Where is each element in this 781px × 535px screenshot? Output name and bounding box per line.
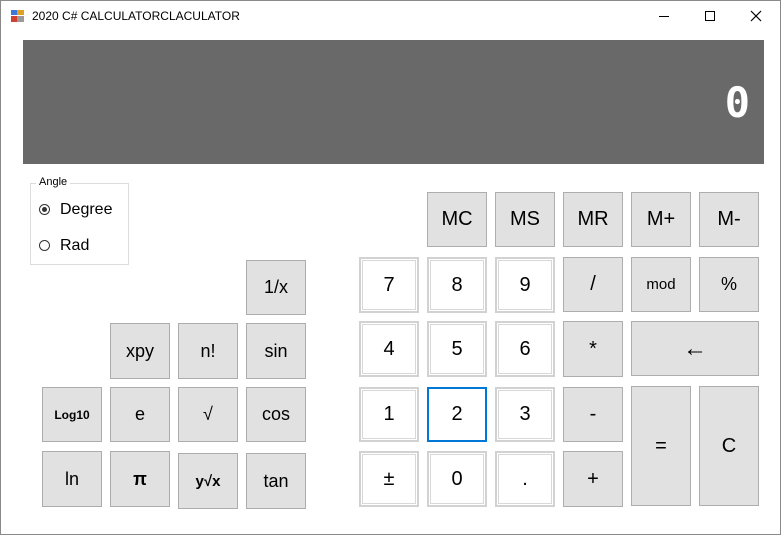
- divide-button[interactable]: /: [563, 257, 623, 312]
- percent-button[interactable]: %: [699, 257, 759, 312]
- angle-legend: Angle: [36, 176, 71, 188]
- result-display: 0: [23, 40, 764, 164]
- ln-button[interactable]: ln: [42, 451, 102, 507]
- mod-button[interactable]: mod: [631, 257, 691, 312]
- plus-minus-button[interactable]: ±: [359, 451, 419, 507]
- memory-add-button[interactable]: M+: [631, 192, 691, 247]
- close-icon: [750, 10, 762, 22]
- calculator-window: 2020 C# CALCULATORCLACULATOR 0 Angle Deg…: [0, 0, 781, 535]
- digit-5-button[interactable]: 5: [427, 321, 487, 377]
- title-bar[interactable]: 2020 C# CALCULATORCLACULATOR: [1, 1, 780, 31]
- memory-subtract-button[interactable]: M-: [699, 192, 759, 247]
- e-button[interactable]: e: [110, 387, 170, 442]
- radio-selected-icon: [39, 204, 50, 215]
- rad-radio[interactable]: Rad: [39, 236, 129, 256]
- memory-recall-button[interactable]: MR: [563, 192, 623, 247]
- root-button[interactable]: y√x: [178, 453, 238, 509]
- xpy-button[interactable]: xpy: [110, 323, 170, 379]
- digit-9-button[interactable]: 9: [495, 257, 555, 313]
- angle-groupbox: Angle Degree Rad: [30, 176, 129, 265]
- degree-label: Degree: [60, 201, 113, 218]
- display-value: 0: [724, 78, 750, 127]
- equals-button[interactable]: =: [631, 386, 691, 506]
- memory-clear-button[interactable]: MC: [427, 192, 487, 247]
- degree-radio[interactable]: Degree: [39, 200, 129, 220]
- maximize-icon: [705, 11, 715, 21]
- digit-4-button[interactable]: 4: [359, 321, 419, 377]
- digit-1-button[interactable]: 1: [359, 387, 419, 442]
- minimize-icon: [659, 16, 669, 17]
- close-button[interactable]: [733, 1, 779, 31]
- backspace-button[interactable]: ←: [631, 321, 759, 376]
- digit-6-button[interactable]: 6: [495, 321, 555, 377]
- cos-button[interactable]: cos: [246, 387, 306, 442]
- decimal-button[interactable]: .: [495, 451, 555, 507]
- digit-3-button[interactable]: 3: [495, 387, 555, 442]
- memory-store-button[interactable]: MS: [495, 192, 555, 247]
- sin-button[interactable]: sin: [246, 323, 306, 379]
- clear-button[interactable]: C: [699, 386, 759, 506]
- minimize-button[interactable]: [641, 1, 687, 31]
- maximize-button[interactable]: [687, 1, 733, 31]
- radio-unselected-icon: [39, 240, 50, 251]
- minus-button[interactable]: -: [563, 387, 623, 442]
- factorial-button[interactable]: n!: [178, 323, 238, 379]
- log10-button[interactable]: Log10: [42, 387, 102, 442]
- sqrt-button[interactable]: √: [178, 387, 238, 442]
- tan-button[interactable]: tan: [246, 453, 306, 509]
- digit-0-button[interactable]: 0: [427, 451, 487, 507]
- window-title: 2020 C# CALCULATORCLACULATOR: [32, 9, 240, 23]
- digit-2-button[interactable]: 2: [427, 387, 487, 442]
- pi-button[interactable]: π: [110, 451, 170, 507]
- reciprocal-button[interactable]: 1/x: [246, 260, 306, 315]
- plus-button[interactable]: +: [563, 451, 623, 507]
- app-icon: [11, 10, 24, 22]
- multiply-button[interactable]: *: [563, 321, 623, 377]
- rad-label: Rad: [60, 237, 90, 254]
- digit-7-button[interactable]: 7: [359, 257, 419, 313]
- digit-8-button[interactable]: 8: [427, 257, 487, 313]
